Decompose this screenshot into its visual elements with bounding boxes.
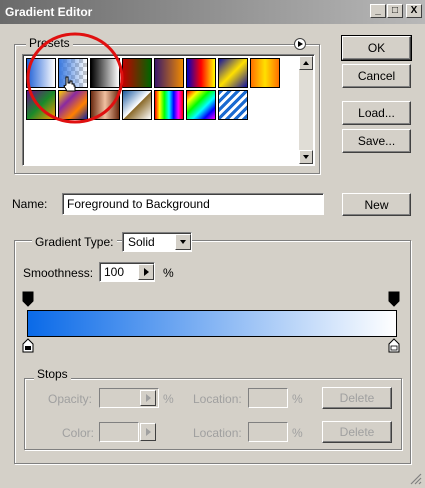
smoothness-label: Smoothness: — [23, 266, 94, 280]
color-delete-button[interactable]: Delete — [322, 421, 392, 443]
smoothness-slider-button[interactable] — [138, 264, 154, 280]
preset-swatch-transparent-rainbow[interactable] — [186, 90, 216, 120]
cancel-button[interactable]: Cancel — [342, 64, 411, 88]
color-location-input[interactable] — [248, 422, 288, 442]
hand-cursor-icon — [63, 76, 76, 92]
opacity-delete-button[interactable]: Delete — [322, 387, 392, 409]
opacity-stop-left-icon[interactable] — [22, 291, 36, 307]
right-arrow-icon — [146, 394, 151, 402]
opacity-label: Opacity: — [48, 392, 93, 406]
smoothness-value: 100 — [104, 265, 125, 279]
color-arrow-button[interactable] — [140, 423, 156, 441]
title-bar: Gradient Editor _ □ X — [0, 0, 425, 24]
preset-swatch-violet-orange[interactable] — [154, 58, 184, 88]
opacity-location-input[interactable] — [248, 388, 288, 408]
ok-button[interactable]: OK — [341, 35, 412, 61]
maximize-button[interactable]: □ — [387, 4, 403, 18]
new-button[interactable]: New — [342, 193, 411, 216]
presets-scrollbar[interactable] — [299, 56, 313, 164]
opacity-location-label: Location: — [193, 392, 242, 406]
scroll-up-button[interactable] — [299, 56, 313, 70]
load-button[interactable]: Load... — [342, 101, 411, 125]
color-stop-left-icon[interactable] — [22, 338, 36, 354]
color-stop-right-icon[interactable] — [388, 338, 402, 354]
preset-swatch-orange-yellow-orange[interactable] — [250, 58, 280, 88]
name-label: Name: — [12, 197, 48, 211]
close-button[interactable]: X — [406, 4, 422, 18]
opacity-input[interactable] — [99, 388, 159, 408]
color-location-label: Location: — [193, 426, 242, 440]
minimize-button[interactable]: _ — [370, 4, 386, 18]
right-arrow-icon — [144, 268, 149, 276]
opacity-stop-right-icon[interactable] — [388, 291, 402, 307]
scroll-down-button[interactable] — [299, 150, 313, 164]
right-arrow-icon — [146, 428, 151, 436]
opacity-slider-button[interactable] — [140, 390, 156, 406]
color-label: Color: — [62, 426, 95, 440]
up-arrow-icon — [303, 61, 309, 65]
smoothness-input[interactable]: 100 — [99, 262, 155, 282]
name-input[interactable]: Foreground to Background — [62, 193, 324, 215]
name-value: Foreground to Background — [67, 197, 210, 211]
gradient-bar[interactable] — [27, 310, 397, 337]
preset-swatch-spectrum[interactable] — [154, 90, 184, 120]
gradient-type-select[interactable]: Solid — [122, 232, 192, 252]
opacity-location-unit: % — [292, 392, 303, 406]
stops-label: Stops — [34, 367, 71, 381]
preset-swatch-blue-red-yellow[interactable] — [186, 58, 216, 88]
gradient-type-value: Solid — [128, 235, 155, 249]
window-title: Gradient Editor — [5, 5, 93, 19]
preset-swatch-transparent-stripes[interactable] — [218, 90, 248, 120]
chevron-down-icon — [180, 240, 186, 244]
color-location-unit: % — [292, 426, 303, 440]
save-button[interactable]: Save... — [342, 129, 411, 153]
down-arrow-icon — [303, 155, 309, 159]
right-arrow-circle-icon[interactable] — [294, 38, 306, 50]
gradient-type-label: Gradient Type: — [32, 235, 117, 249]
smoothness-unit: % — [163, 266, 174, 280]
dropdown-button[interactable] — [175, 234, 191, 250]
resize-grip-icon[interactable] — [408, 471, 422, 485]
color-swatch-input[interactable] — [99, 422, 139, 442]
opacity-unit: % — [163, 392, 174, 406]
preset-swatch-blue-yellow-blue[interactable] — [218, 58, 248, 88]
